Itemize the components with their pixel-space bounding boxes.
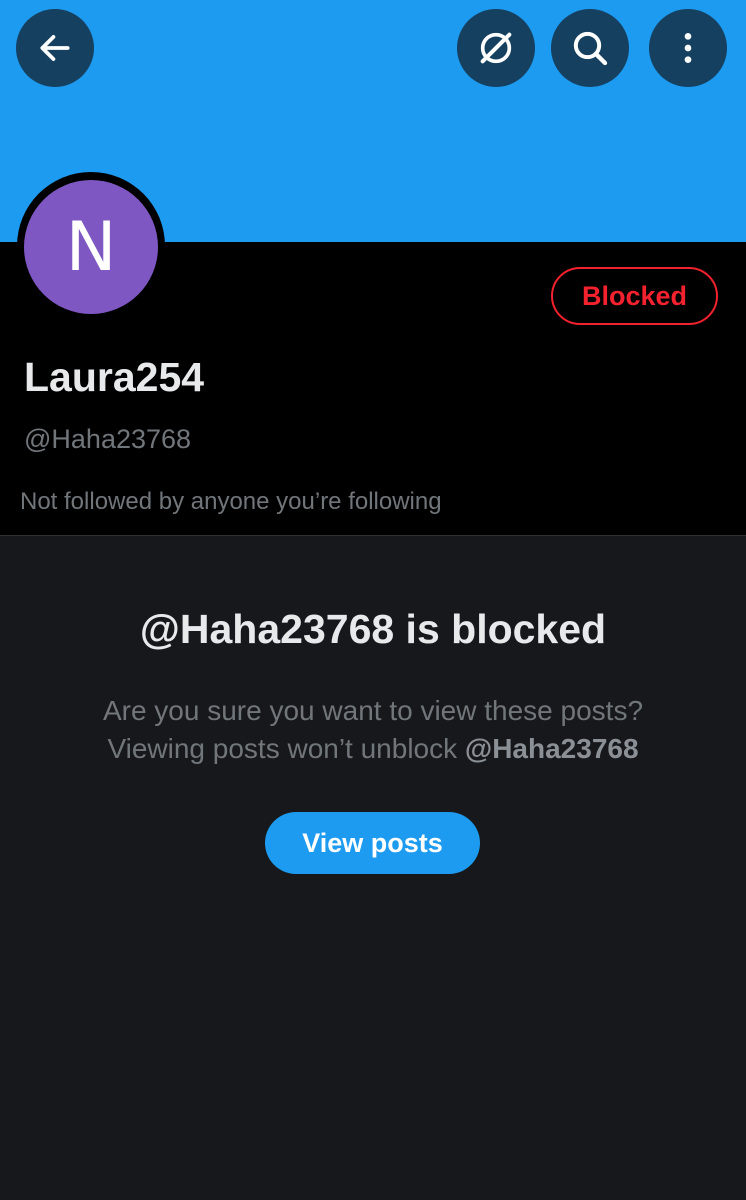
back-button[interactable] <box>16 9 94 87</box>
grok-button[interactable] <box>457 9 535 87</box>
display-name: Laura254 <box>24 354 205 400</box>
followed-by-note: Not followed by anyone you’re following <box>20 488 442 515</box>
search-icon <box>573 31 608 66</box>
avatar[interactable]: N <box>24 180 158 314</box>
arrow-left-icon <box>40 35 70 61</box>
blocked-button-label: Blocked <box>581 280 688 311</box>
blocked-notice-title: @Haha23768 is blocked <box>139 606 607 652</box>
blocked-notice-handle: @Haha23768 <box>464 733 639 764</box>
view-posts-label: View posts <box>302 827 443 858</box>
blocked-notice-line2-prefix: Viewing posts won’t unblock <box>107 733 465 764</box>
more-vertical-icon <box>684 33 692 63</box>
more-options-button[interactable] <box>649 9 727 87</box>
user-handle: @Haha23768 <box>24 424 192 454</box>
blocked-notice-description: Are you sure you want to view these post… <box>0 692 746 768</box>
grok-icon <box>480 32 512 64</box>
search-button[interactable] <box>551 9 629 87</box>
view-posts-button[interactable]: View posts <box>265 812 480 874</box>
avatar-initial: N <box>65 207 117 287</box>
blocked-notice-line2: Viewing posts won’t unblock @Haha23768 <box>0 730 746 768</box>
blocked-notice-line1: Are you sure you want to view these post… <box>102 695 644 726</box>
blocked-button[interactable]: Blocked <box>551 267 718 325</box>
